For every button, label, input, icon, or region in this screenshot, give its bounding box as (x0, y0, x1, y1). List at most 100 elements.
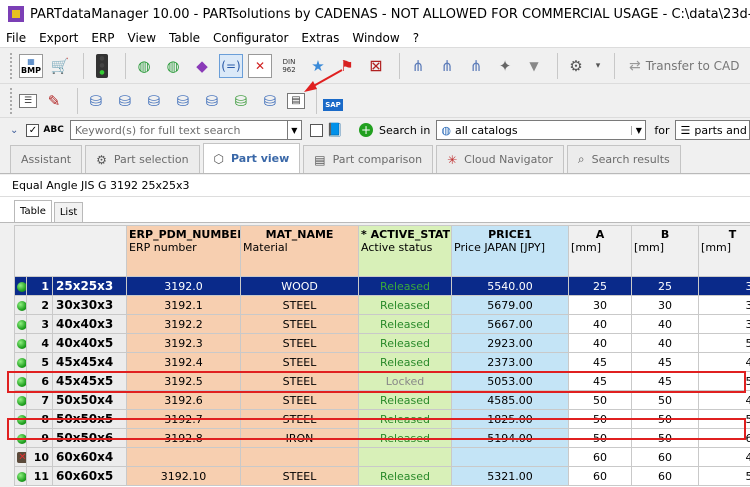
tab-search-results[interactable]: ⌕ Search results (566, 145, 681, 173)
tab-part-selection[interactable]: ⚙ Part selection (85, 145, 200, 173)
menu-export[interactable]: Export (39, 31, 78, 45)
transfer-to-cad-button[interactable]: ⇄ Transfer to CAD (629, 58, 740, 74)
erp-number-cell[interactable]: 3192.5 (126, 371, 242, 391)
keyword-dropdown-icon[interactable]: ▼ (287, 120, 302, 140)
table-row[interactable]: 440x40x53192.3STEELReleased2923.0040405.… (14, 333, 750, 353)
menu-erp[interactable]: ERP (91, 31, 114, 45)
catalog-dropdown-icon[interactable]: ▼ (631, 125, 645, 135)
row-status-cell[interactable] (14, 333, 27, 353)
table-row[interactable]: 750x50x43192.6STEELReleased4585.0050504.… (14, 390, 750, 410)
for-select[interactable]: ☰ parts and (675, 120, 750, 140)
gear-dropdown-icon[interactable]: ▾ (593, 54, 603, 78)
db-users-icon[interactable]: ⛁ (113, 89, 137, 113)
row-name-cell[interactable]: 50x50x4 (51, 390, 128, 410)
material-cell[interactable]: STEEL (240, 352, 360, 372)
erp-number-cell[interactable]: 3192.1 (126, 295, 242, 315)
active-state-cell[interactable]: Locked (358, 371, 453, 391)
table-row[interactable]: 645x45x53192.5STEELLocked5053.0045455.0 (14, 371, 750, 391)
price-cell[interactable]: 5053.00 (451, 371, 570, 391)
active-state-cell[interactable] (358, 447, 453, 467)
col-header-a[interactable]: A [mm] (568, 225, 633, 277)
tab-part-view[interactable]: ⬡ Part view (202, 143, 301, 173)
cart-icon[interactable]: 🛒 (48, 54, 72, 78)
price-cell[interactable]: 1825.00 (451, 409, 570, 429)
row-status-cell[interactable]: ✕ (14, 447, 27, 467)
globe-refresh-icon[interactable]: ◍ (132, 54, 156, 78)
erp-number-cell[interactable]: 3192.0 (126, 276, 242, 296)
tree-a-icon[interactable]: ⋔ (406, 54, 430, 78)
active-state-cell[interactable]: Released (358, 295, 453, 315)
table-row[interactable]: 545x45x43192.4STEELReleased2373.0045454.… (14, 352, 750, 372)
row-number-cell[interactable]: 8 (26, 409, 53, 429)
row-status-cell[interactable] (14, 428, 27, 448)
star-icon[interactable]: ★ (306, 54, 330, 78)
dim-a-cell[interactable]: 50 (568, 428, 633, 448)
price-cell[interactable]: 5194.00 (451, 428, 570, 448)
erp-number-cell[interactable]: 3192.2 (126, 314, 242, 334)
db-add-icon[interactable]: ⛁ (200, 89, 224, 113)
dim-t-cell[interactable]: 5.0 (698, 333, 750, 353)
dim-t-cell[interactable]: 5.0 (698, 409, 750, 429)
row-status-cell[interactable] (14, 466, 27, 486)
price-cell[interactable]: 4585.00 (451, 390, 570, 410)
active-state-cell[interactable]: Released (358, 333, 453, 353)
traffic-light-icon[interactable]: ● ● ● (96, 53, 108, 78)
sap-icon[interactable]: SAP (323, 98, 343, 111)
menu-file[interactable]: File (6, 31, 26, 45)
dim-a-cell[interactable]: 50 (568, 409, 633, 429)
grid-delete-icon[interactable]: ⊠ (364, 54, 388, 78)
col-header-mat[interactable]: MAT_NAME Material (240, 225, 360, 277)
material-cell[interactable]: STEEL (240, 314, 360, 334)
flag-icon[interactable]: ⚑ (335, 54, 359, 78)
material-cell[interactable]: STEEL (240, 371, 360, 391)
dim-b-cell[interactable]: 50 (631, 428, 700, 448)
row-number-cell[interactable]: 11 (26, 466, 53, 486)
dim-t-cell[interactable]: 5.0 (698, 371, 750, 391)
table-row[interactable]: ✕1060x60x460604.0 (14, 447, 750, 467)
dim-b-cell[interactable]: 45 (631, 371, 700, 391)
dim-a-cell[interactable]: 60 (568, 466, 633, 486)
erp-number-cell[interactable]: 3192.8 (126, 428, 242, 448)
db-people-icon[interactable]: ⛁ (229, 89, 253, 113)
row-name-cell[interactable]: 60x60x4 (51, 447, 128, 467)
menu-view[interactable]: View (128, 31, 156, 45)
dim-a-cell[interactable]: 30 (568, 295, 633, 315)
subtab-list[interactable]: List (53, 202, 84, 222)
triangle-down-icon[interactable]: ▼ (522, 54, 546, 78)
row-name-cell[interactable]: 50x50x6 (51, 428, 128, 448)
toolbar-grip[interactable] (10, 87, 13, 114)
row-name-cell[interactable]: 40x40x3 (51, 314, 128, 334)
erp-number-cell[interactable]: 3192.3 (126, 333, 242, 353)
active-state-cell[interactable]: Released (358, 352, 453, 372)
material-cell[interactable] (240, 447, 360, 467)
book-icon[interactable]: 📘 (327, 123, 343, 138)
col-header-b[interactable]: B [mm] (631, 225, 700, 277)
table-view-icon[interactable]: ▤ (287, 92, 305, 109)
price-cell[interactable]: 5667.00 (451, 314, 570, 334)
table-row[interactable]: 125x25x33192.0WOODReleased5540.0025253.0 (14, 276, 750, 296)
dim-t-cell[interactable]: 4.0 (698, 447, 750, 467)
row-name-cell[interactable]: 30x30x3 (51, 295, 128, 315)
price-cell[interactable]: 5540.00 (451, 276, 570, 296)
dim-a-cell[interactable]: 45 (568, 352, 633, 372)
active-state-cell[interactable]: Released (358, 390, 453, 410)
row-status-cell[interactable] (14, 371, 27, 391)
material-cell[interactable]: STEEL (240, 466, 360, 486)
table-row[interactable]: 340x40x33192.2STEELReleased5667.0040403.… (14, 314, 750, 334)
db-tag-icon[interactable]: ⛁ (84, 89, 108, 113)
equals-icon[interactable]: (=) (219, 53, 243, 78)
dim-a-cell[interactable]: 25 (568, 276, 633, 296)
db-icon[interactable]: ⛁ (142, 89, 166, 113)
price-cell[interactable] (451, 447, 570, 467)
row-number-cell[interactable]: 3 (26, 314, 53, 334)
catalog-select[interactable]: ◍ all catalogs ▼ (436, 120, 647, 140)
row-name-cell[interactable]: 45x45x5 (51, 371, 128, 391)
dim-b-cell[interactable]: 25 (631, 276, 700, 296)
dim-a-cell[interactable]: 60 (568, 447, 633, 467)
dim-a-cell[interactable]: 40 (568, 333, 633, 353)
chevron-double-down-icon[interactable]: ⌄ (10, 125, 18, 136)
price-cell[interactable]: 2923.00 (451, 333, 570, 353)
active-state-cell[interactable]: Released (358, 276, 453, 296)
dim-t-cell[interactable]: 4.0 (698, 390, 750, 410)
col-header-active[interactable]: * ACTIVE_STATE Active status (358, 225, 453, 277)
